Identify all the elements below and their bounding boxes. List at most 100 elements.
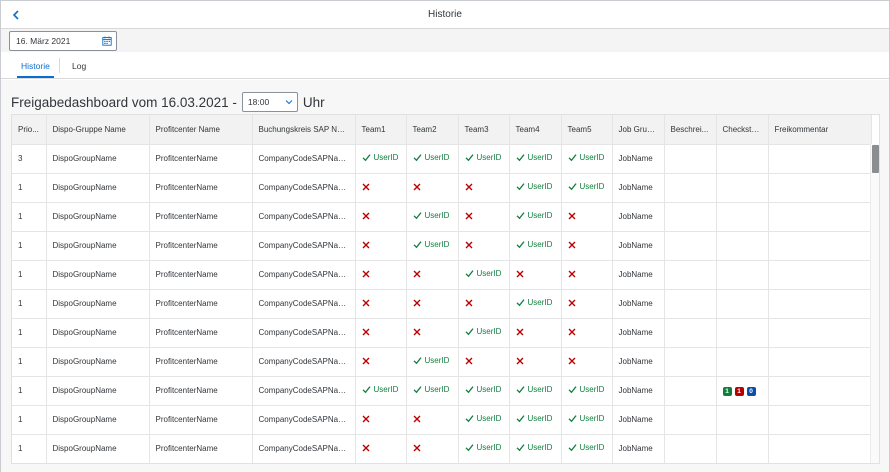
checkmark-icon <box>516 153 528 162</box>
checkmark-icon <box>413 240 425 249</box>
cell-profitcenter: ProfitcenterName <box>149 202 253 232</box>
column-header[interactable]: Checksta... <box>716 115 769 145</box>
cross-icon <box>568 241 576 249</box>
table-row[interactable]: 1 DispoGroupName ProfitcenterName CompanyCo… <box>12 173 872 203</box>
cell-check-status <box>716 231 769 261</box>
column-header[interactable]: Prio... <box>12 115 47 145</box>
cell-company-code: CompanyCodeSAPName <box>252 260 356 290</box>
table-row[interactable]: 1 DispoGroupName ProfitcenterName CompanyCo… <box>12 260 872 290</box>
cell-team5 <box>561 202 613 232</box>
table-row[interactable]: 1 DispoGroupName ProfitcenterName CompanyCo… <box>12 376 872 406</box>
cross-icon <box>362 357 370 365</box>
cell-comment <box>768 405 872 435</box>
column-header[interactable]: Buchungskreis SAP Name <box>252 115 356 145</box>
time-select-value[interactable]: 18:00 <box>243 97 281 107</box>
cell-comment <box>768 144 872 174</box>
tab-log[interactable]: Log <box>72 61 86 71</box>
cell-team5 <box>561 347 613 377</box>
cross-icon <box>465 241 473 249</box>
table-row[interactable]: 1 DispoGroupName ProfitcenterName CompanyCo… <box>12 289 872 319</box>
user-id: UserID <box>424 385 450 394</box>
team-approved: UserID <box>413 153 449 162</box>
time-select[interactable]: 18:00 <box>241 92 298 112</box>
tab-historie[interactable]: Historie <box>17 61 54 78</box>
heading-prefix: Freigabedashboard vom 16.03.2021 - <box>11 94 237 110</box>
cell-job-group: JobName <box>612 202 665 232</box>
tab-bar: Historie Log <box>1 52 889 79</box>
cell-comment <box>768 202 872 232</box>
calendar-icon[interactable] <box>98 32 116 50</box>
team-approved: UserID <box>568 182 604 191</box>
table-header: Prio... Dispo-Gruppe Name Profitcenter Nam… <box>12 115 872 145</box>
checkmark-icon <box>362 153 374 162</box>
column-header[interactable]: Team2 <box>406 115 459 145</box>
column-header[interactable]: Profitcenter Name <box>149 115 253 145</box>
table-row[interactable]: 1 DispoGroupName ProfitcenterName CompanyCo… <box>12 347 872 377</box>
cross-icon <box>568 299 576 307</box>
cross-icon <box>413 328 421 336</box>
cell-dispo-group: DispoGroupName <box>46 347 150 377</box>
cell-team5: UserID <box>561 144 613 174</box>
team-approved: UserID <box>516 298 552 307</box>
column-header[interactable]: Team3 <box>458 115 510 145</box>
date-picker-value[interactable]: 16. März 2021 <box>10 36 98 46</box>
user-id: UserID <box>527 385 553 394</box>
user-id: UserID <box>579 385 605 394</box>
user-id: UserID <box>579 414 605 423</box>
column-header[interactable]: Team5 <box>561 115 613 145</box>
cell-team1 <box>355 405 407 435</box>
cell-profitcenter: ProfitcenterName <box>149 260 253 290</box>
team-approved: UserID <box>568 153 604 162</box>
cell-company-code: CompanyCodeSAPName <box>252 434 356 463</box>
column-header[interactable]: Beschrei... <box>664 115 717 145</box>
cell-dispo-group: DispoGroupName <box>46 231 150 261</box>
table-row[interactable]: 1 DispoGroupName ProfitcenterName CompanyCo… <box>12 405 872 435</box>
cell-check-status <box>716 173 769 203</box>
user-id: UserID <box>373 153 399 162</box>
checkmark-icon <box>362 385 374 394</box>
date-picker[interactable]: 16. März 2021 <box>9 31 117 51</box>
team-approved: UserID <box>413 240 449 249</box>
cell-comment <box>768 260 872 290</box>
column-header[interactable]: Job Gruppe <box>612 115 665 145</box>
cell-team4: UserID <box>509 144 562 174</box>
team-approved: UserID <box>568 443 604 452</box>
checkmark-icon <box>568 414 580 423</box>
table-row[interactable]: 1 DispoGroupName ProfitcenterName CompanyCo… <box>12 202 872 232</box>
cell-job-group: JobName <box>612 434 665 463</box>
cell-comment <box>768 231 872 261</box>
table-row[interactable]: 1 DispoGroupName ProfitcenterName CompanyCo… <box>12 318 872 348</box>
table-row[interactable]: 1 DispoGroupName ProfitcenterName CompanyCo… <box>12 231 872 261</box>
user-id: UserID <box>476 414 502 423</box>
cell-profitcenter: ProfitcenterName <box>149 144 253 174</box>
chevron-down-icon[interactable] <box>281 98 297 106</box>
cell-priority: 1 <box>12 289 47 319</box>
cell-team4: UserID <box>509 202 562 232</box>
cell-comment <box>768 376 872 406</box>
cell-team2 <box>406 318 459 348</box>
cell-description <box>664 434 717 463</box>
cell-team1 <box>355 231 407 261</box>
checkmark-icon <box>516 182 528 191</box>
table-row[interactable]: 3 DispoGroupName ProfitcenterName CompanyCo… <box>12 144 872 174</box>
user-id: UserID <box>527 414 553 423</box>
cell-comment <box>768 434 872 463</box>
cross-icon <box>362 270 370 278</box>
cell-team1 <box>355 202 407 232</box>
column-header[interactable]: Freikommentar <box>768 115 872 145</box>
column-header[interactable]: Team1 <box>355 115 407 145</box>
column-header[interactable]: Dispo-Gruppe Name <box>46 115 150 145</box>
cell-priority: 1 <box>12 347 47 377</box>
cell-team4: UserID <box>509 376 562 406</box>
checkmark-icon <box>465 443 477 452</box>
user-id: UserID <box>527 211 553 220</box>
scrollbar-thumb[interactable] <box>872 145 879 173</box>
cross-icon <box>568 270 576 278</box>
cell-profitcenter: ProfitcenterName <box>149 405 253 435</box>
team-approved: UserID <box>465 385 501 394</box>
main-content: Freigabedashboard vom 16.03.2021 - 18:00… <box>1 80 889 472</box>
table-row[interactable]: 1 DispoGroupName ProfitcenterName CompanyCo… <box>12 434 872 463</box>
cell-company-code: CompanyCodeSAPName <box>252 318 356 348</box>
column-header[interactable]: Team4 <box>509 115 562 145</box>
vertical-scrollbar[interactable] <box>870 144 879 463</box>
